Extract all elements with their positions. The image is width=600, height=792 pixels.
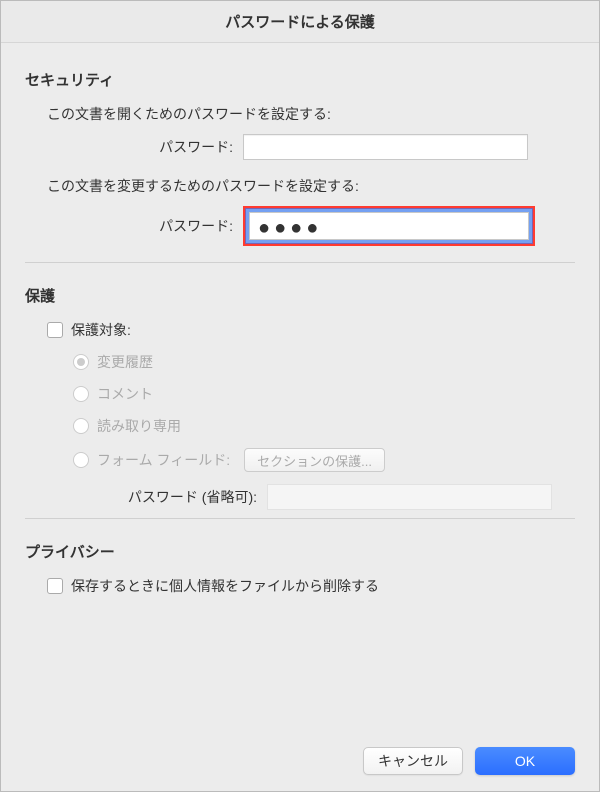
protect-target-checkbox[interactable] [47, 322, 63, 338]
radio-comments [73, 386, 89, 402]
modify-password-desc: この文書を変更するためのパスワードを設定する: [47, 176, 575, 196]
radio-changes-row: 変更履歴 [73, 352, 575, 372]
protection-section: 保護対象: 変更履歴 コメント 読み取り専用 フォーム フィールド: [47, 320, 575, 510]
privacy-heading: プライバシー [25, 541, 575, 562]
privacy-section: 保存するときに個人情報をファイルから削除する [47, 576, 575, 596]
protection-heading: 保護 [25, 285, 575, 306]
radio-readonly-row: 読み取り専用 [73, 416, 575, 436]
radio-comments-row: コメント [73, 384, 575, 404]
optional-password-label: パスワード (省略可): [47, 487, 267, 507]
radio-changes [73, 354, 89, 370]
radio-formfields-label: フォーム フィールド: [97, 450, 230, 470]
open-password-desc: この文書を開くためのパスワードを設定する: [47, 104, 575, 124]
sections-protection-button: セクションの保護... [244, 448, 385, 472]
titlebar: パスワードによる保護 [1, 1, 599, 43]
dialog-window: パスワードによる保護 セキュリティ この文書を開くためのパスワードを設定する: … [0, 0, 600, 792]
protect-target-row[interactable]: 保護対象: [47, 320, 575, 340]
divider [25, 518, 575, 519]
divider [25, 262, 575, 263]
protect-target-label: 保護対象: [71, 320, 131, 340]
open-password-input[interactable] [243, 134, 528, 160]
radio-comments-label: コメント [97, 384, 153, 404]
radio-readonly-label: 読み取り専用 [97, 416, 181, 436]
radio-formfields-row: フォーム フィールド: セクションの保護... [73, 448, 575, 472]
modify-password-label: パスワード: [47, 216, 243, 236]
optional-password-input [267, 484, 552, 510]
security-section: この文書を開くためのパスワードを設定する: パスワード: この文書を変更するため… [47, 104, 575, 246]
radio-formfields [73, 452, 89, 468]
modify-password-row: パスワード: ●●●● [47, 206, 575, 246]
protect-radio-group: 変更履歴 コメント 読み取り専用 フォーム フィールド: セクションの保護... [73, 352, 575, 472]
radio-changes-label: 変更履歴 [97, 352, 153, 372]
highlight-box: ●●●● [243, 206, 535, 246]
remove-personal-row[interactable]: 保存するときに個人情報をファイルから削除する [47, 576, 575, 596]
remove-personal-label: 保存するときに個人情報をファイルから削除する [71, 576, 379, 596]
dialog-content: セキュリティ この文書を開くためのパスワードを設定する: パスワード: この文書… [1, 43, 599, 731]
modify-password-input[interactable]: ●●●● [249, 212, 529, 240]
open-password-row: パスワード: [47, 134, 575, 160]
optional-password-row: パスワード (省略可): [47, 484, 575, 510]
open-password-label: パスワード: [47, 137, 243, 157]
ok-button[interactable]: OK [475, 747, 575, 775]
radio-readonly [73, 418, 89, 434]
security-heading: セキュリティ [25, 69, 575, 90]
window-title: パスワードによる保護 [225, 11, 375, 32]
password-dots: ●●●● [258, 218, 322, 238]
dialog-footer: キャンセル OK [1, 731, 599, 791]
remove-personal-checkbox[interactable] [47, 578, 63, 594]
cancel-button[interactable]: キャンセル [363, 747, 463, 775]
